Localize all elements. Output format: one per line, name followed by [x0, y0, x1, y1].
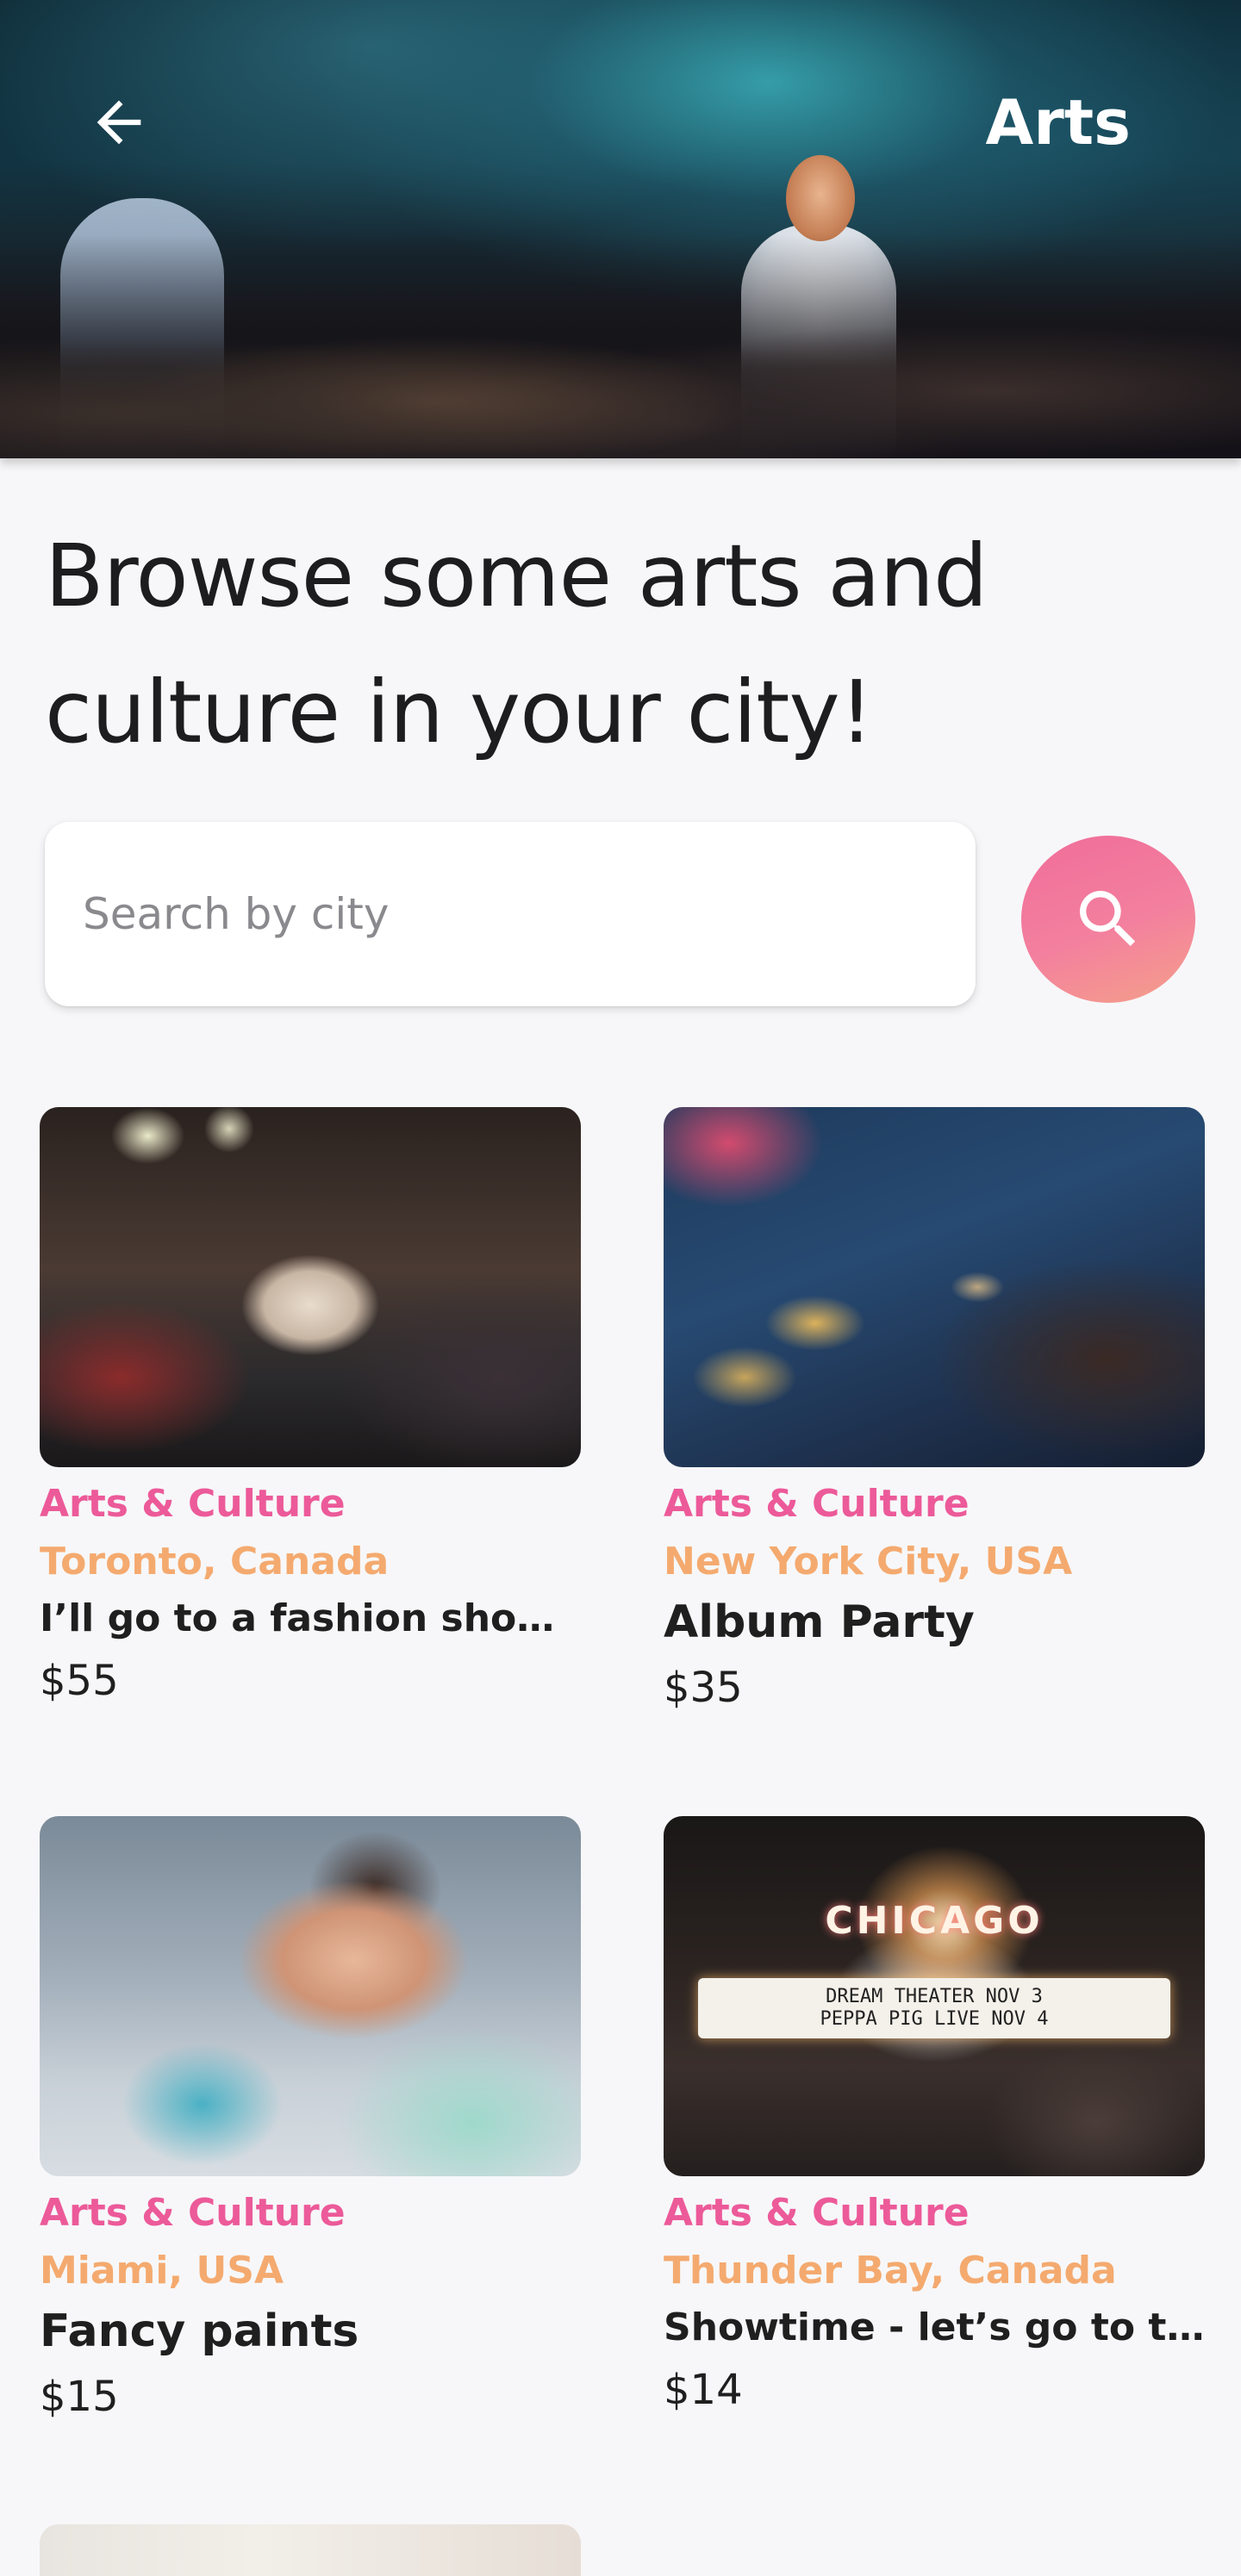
event-category: Arts & Culture [664, 2191, 970, 2235]
event-card[interactable]: Arts & Culture Miami, USA Fancy paints $… [40, 1816, 581, 2431]
event-category: Arts & Culture [40, 1482, 346, 1526]
search-input[interactable] [81, 888, 929, 940]
event-location: New York City, USA [664, 1540, 1073, 1584]
event-card[interactable]: Arts & Culture New York City, USA Album … [664, 1107, 1205, 1722]
event-category: Arts & Culture [664, 1482, 970, 1526]
arrow-left-icon [97, 100, 141, 145]
event-image-theater: CHICAGO DREAM THEATER NOV 3 PEPPA PIG LI… [664, 1816, 1205, 2176]
event-card-partial[interactable] [40, 2524, 581, 2576]
marquee-line: DREAM THEATER NOV 3 [826, 1986, 1043, 2007]
event-location: Toronto, Canada [40, 1540, 390, 1584]
event-card[interactable]: Arts & Culture Toronto, Canada I’ll go t… [40, 1107, 581, 1715]
browse-headline: Browse some arts and culture in your cit… [45, 526, 988, 762]
event-price: $15 [40, 2373, 119, 2421]
search-field[interactable] [45, 822, 976, 1006]
theater-sign: CHICAGO [825, 1898, 1044, 1943]
event-image-party [664, 1107, 1205, 1467]
hero-photo-crowd [0, 234, 1241, 458]
event-title: I’ll go to a fashion show … [40, 1596, 581, 1640]
event-category: Arts & Culture [40, 2191, 346, 2235]
event-price: $55 [40, 1657, 119, 1705]
event-price: $14 [664, 2366, 743, 2414]
back-button[interactable] [83, 86, 155, 159]
event-location: Miami, USA [40, 2249, 284, 2293]
hero-photo-model-head [786, 155, 855, 241]
search-button[interactable] [1021, 836, 1195, 1003]
event-title: Album Party [664, 1596, 975, 1648]
event-card[interactable]: CHICAGO DREAM THEATER NOV 3 PEPPA PIG LI… [664, 1816, 1205, 2424]
hero-banner: Arts [0, 0, 1241, 458]
event-title: Showtime - let’s go to the… [664, 2305, 1205, 2349]
search-icon [1080, 891, 1136, 947]
theater-marquee: DREAM THEATER NOV 3 PEPPA PIG LIVE NOV 4 [698, 1978, 1170, 2038]
event-image-fashion [40, 1107, 581, 1467]
event-location: Thunder Bay, Canada [664, 2249, 1117, 2293]
event-title: Fancy paints [40, 2305, 359, 2357]
marquee-line: PEPPA PIG LIVE NOV 4 [820, 2008, 1049, 2030]
event-image-paints [40, 1816, 581, 2176]
event-price: $35 [664, 1664, 743, 1712]
page-title: Arts [985, 86, 1131, 159]
